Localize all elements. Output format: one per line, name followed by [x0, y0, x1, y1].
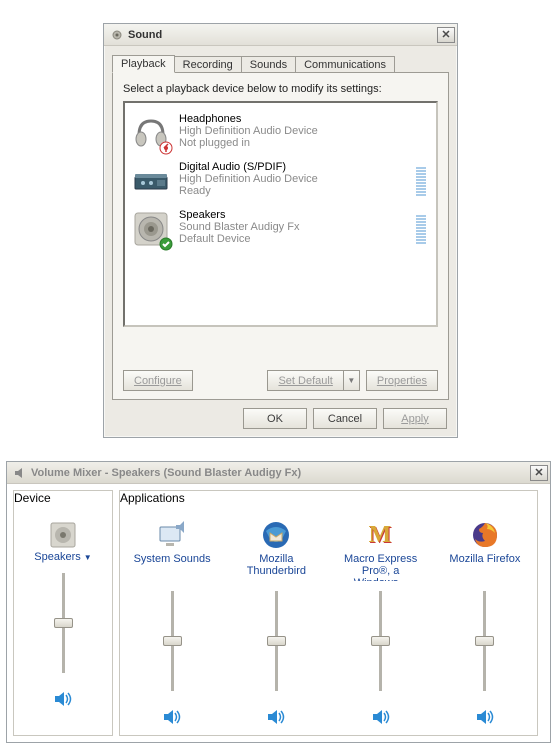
app-mute-button[interactable]: [473, 705, 497, 729]
speaker-icon: [13, 466, 27, 480]
slider-thumb[interactable]: [371, 636, 390, 646]
device-row-spdif[interactable]: Digital Audio (S/PDIF) High Definition A…: [129, 157, 432, 205]
default-check-icon: [159, 237, 173, 251]
device-row-speakers[interactable]: Speakers Sound Blaster Audigy Fx Default…: [129, 205, 432, 253]
device-row-headphones[interactable]: Headphones High Definition Audio Device …: [129, 109, 432, 157]
mixer-app-label[interactable]: Mozilla Thunderbird: [231, 553, 321, 581]
app-volume-slider[interactable]: [379, 591, 382, 691]
playback-instruction: Select a playback device below to modify…: [123, 83, 438, 95]
mixer-dialog: Volume Mixer - Speakers (Sound Blaster A…: [6, 461, 551, 743]
device-level-meter: [416, 212, 426, 244]
firefox-icon[interactable]: [469, 519, 501, 551]
mixer-app-item: Mozilla Thunderbird: [224, 515, 328, 749]
mixer-app-item: Mozilla Firefox: [433, 515, 537, 749]
playback-device-list[interactable]: Headphones High Definition Audio Device …: [123, 101, 438, 327]
sound-tabs: Playback Recording Sounds Communications: [112, 54, 449, 72]
mixer-app-item: MMMacro Express Pro®, a Windows...: [329, 515, 433, 749]
mixer-window-title: Volume Mixer - Speakers (Sound Blaster A…: [31, 467, 530, 479]
device-subtitle: High Definition Audio Device: [179, 173, 408, 185]
unplugged-badge-icon: [159, 141, 173, 155]
mixer-app-label[interactable]: Macro Express Pro®, a Windows...: [336, 553, 426, 581]
applications-group: Applications System Sounds Mozilla Thunde…: [119, 490, 538, 736]
cancel-button[interactable]: Cancel: [313, 408, 377, 429]
speaker-gray-icon[interactable]: [47, 519, 79, 551]
device-subtitle: Sound Blaster Audigy Fx: [179, 221, 408, 233]
mixer-app-label[interactable]: System Sounds: [127, 553, 217, 581]
thunderbird-icon[interactable]: [260, 519, 292, 551]
mixer-app-label[interactable]: Mozilla Firefox: [440, 553, 530, 581]
app-mute-button[interactable]: [264, 705, 288, 729]
app-mute-button[interactable]: [369, 705, 393, 729]
device-status: Ready: [179, 185, 408, 197]
mixer-titlebar[interactable]: Volume Mixer - Speakers (Sound Blaster A…: [7, 462, 550, 484]
properties-button[interactable]: Properties: [366, 370, 438, 391]
spdif-icon: [131, 161, 171, 201]
playback-panel: Select a playback device below to modify…: [112, 72, 449, 400]
set-default-button[interactable]: Set Default: [267, 370, 343, 391]
slider-thumb[interactable]: [475, 636, 494, 646]
device-status: Default Device: [179, 233, 408, 245]
device-level-meter: [416, 164, 426, 196]
device-group-label: Device: [14, 491, 51, 505]
app-volume-slider[interactable]: [171, 591, 174, 691]
ok-button[interactable]: OK: [243, 408, 307, 429]
tab-playback[interactable]: Playback: [112, 55, 175, 73]
tab-communications[interactable]: Communications: [295, 56, 395, 73]
apps-group-label: Applications: [120, 491, 185, 505]
slider-thumb[interactable]: [163, 636, 182, 646]
sound-titlebar[interactable]: Sound ✕: [104, 24, 457, 46]
macro-express-icon[interactable]: MM: [365, 519, 397, 551]
device-group: Device Speakers ▼: [13, 490, 113, 736]
sound-window-title: Sound: [128, 29, 437, 41]
chevron-down-icon: ▼: [84, 553, 92, 562]
apply-button[interactable]: Apply: [383, 408, 447, 429]
device-mute-button[interactable]: [51, 687, 75, 711]
app-mute-button[interactable]: [160, 705, 184, 729]
device-name: Digital Audio (S/PDIF): [179, 161, 408, 173]
configure-button[interactable]: Configure: [123, 370, 193, 391]
slider-thumb[interactable]: [267, 636, 286, 646]
tab-recording[interactable]: Recording: [174, 56, 242, 73]
slider-thumb[interactable]: [54, 618, 73, 628]
mixer-app-item: System Sounds: [120, 515, 224, 749]
app-volume-slider[interactable]: [275, 591, 278, 691]
device-name: Headphones: [179, 113, 430, 125]
speaker-cone-icon: [131, 209, 171, 249]
tab-sounds[interactable]: Sounds: [241, 56, 296, 73]
device-name: Speakers: [179, 209, 408, 221]
set-default-dropdown[interactable]: ▼: [344, 370, 360, 391]
mixer-device-item: Speakers ▼: [14, 515, 112, 749]
sound-title-icon: [110, 28, 124, 42]
device-subtitle: High Definition Audio Device: [179, 125, 430, 137]
system-sounds-icon[interactable]: [156, 519, 188, 551]
headphones-icon: [131, 113, 171, 153]
app-volume-slider[interactable]: [483, 591, 486, 691]
svg-text:M: M: [368, 522, 391, 548]
close-button[interactable]: ✕: [437, 27, 455, 43]
device-status: Not plugged in: [179, 137, 430, 149]
device-volume-slider[interactable]: [62, 573, 65, 673]
sound-dialog: Sound ✕ Playback Recording Sounds Commun…: [103, 23, 458, 438]
mixer-device-label[interactable]: Speakers ▼: [34, 551, 91, 563]
close-button[interactable]: ✕: [530, 465, 548, 481]
